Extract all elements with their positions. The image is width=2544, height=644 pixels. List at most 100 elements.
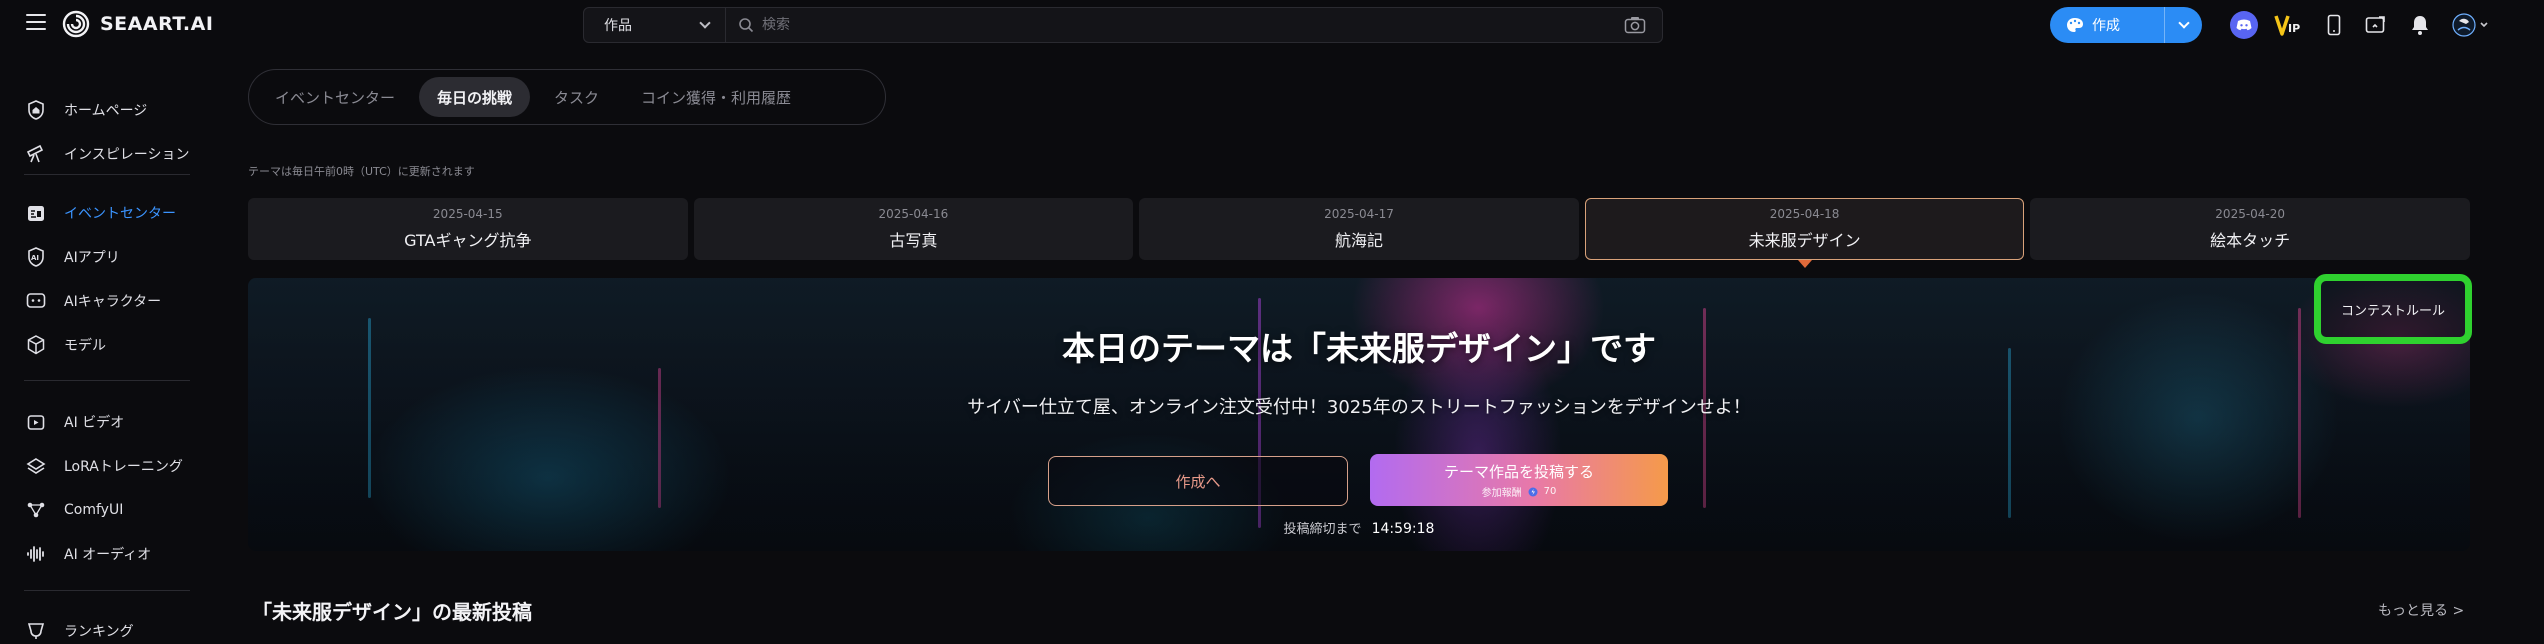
day-card[interactable]: 2025-04-15 GTAギャング抗争	[248, 198, 688, 260]
sidebar-item-label: ホームページ	[64, 103, 148, 119]
telescope-icon	[26, 144, 46, 164]
deadline-time: 14:59:18	[1371, 521, 1435, 537]
sidebar-item-label: イベントセンター	[64, 206, 176, 222]
audio-wave-icon	[26, 544, 46, 564]
svg-text:IP: IP	[2288, 22, 2300, 35]
lora-icon	[26, 456, 46, 476]
create-main-button[interactable]: 作成	[2050, 7, 2164, 43]
sidebar-item-label: AI オーディオ	[64, 547, 152, 563]
discord-icon[interactable]	[2230, 11, 2258, 39]
sidebar-item-comfyui[interactable]: ComfyUI	[0, 492, 200, 528]
search-bar: 作品	[583, 7, 1663, 43]
search-category-label: 作品	[604, 18, 632, 34]
ai-app-icon: AI	[26, 247, 46, 267]
sidebar-item-ai-video[interactable]: AI ビデオ	[0, 404, 200, 440]
search-icon	[739, 18, 754, 33]
day-theme: 絵本タッチ	[2210, 231, 2291, 250]
sidebar-item-ranking[interactable]: ランキング	[0, 613, 200, 644]
update-note: テーマは毎日午前0時（UTC）に更新されます	[248, 165, 475, 178]
notification-bell-icon[interactable]	[2406, 11, 2434, 39]
banner-title: 本日のテーマは「未来服デザイン」です	[1062, 329, 1656, 368]
tab-event-center[interactable]: イベントセンター	[257, 77, 413, 117]
sidebar-item-label: LoRAトレーニング	[64, 459, 183, 475]
banner-subtitle: サイバー仕立て屋、オンライン注文受付中！3025年のストリートファッションをデザ…	[967, 397, 1751, 418]
sidebar-item-label: モデル	[64, 338, 106, 354]
theme-banner: 本日のテーマは「未来服デザイン」です サイバー仕立て屋、オンライン注文受付中！3…	[248, 278, 2470, 551]
user-avatar-menu[interactable]	[2452, 11, 2492, 39]
image-search-camera-icon[interactable]	[1624, 16, 1646, 34]
sidebar-divider	[24, 380, 190, 381]
ai-character-icon	[26, 291, 46, 311]
create-dropdown-button[interactable]	[2164, 7, 2202, 43]
day-card[interactable]: 2025-04-16 古写真	[693, 198, 1134, 260]
day-theme: 未来服デザイン	[1748, 231, 1861, 250]
video-icon	[26, 412, 46, 432]
sidebar-item-ai-audio[interactable]: AI オーディオ	[0, 536, 200, 572]
sidebar-item-label: AIアプリ	[64, 250, 120, 266]
day-date: 2025-04-15	[432, 207, 503, 221]
top-bar: SEAART.AI 作品 作成	[0, 0, 2544, 50]
palette-icon	[2067, 18, 2083, 32]
day-theme: 航海記	[1334, 231, 1383, 250]
logo-swirl-icon	[62, 10, 90, 38]
mobile-app-icon[interactable]	[2320, 11, 2348, 39]
post-button-label: テーマ作品を投稿する	[1443, 463, 1594, 481]
reward-info: 参加報酬 70	[1482, 484, 1557, 499]
sidebar-item-home[interactable]: ホームページ	[0, 92, 200, 128]
post-theme-work-button[interactable]: テーマ作品を投稿する 参加報酬 70	[1370, 454, 1668, 506]
tab-daily-challenge[interactable]: 毎日の挑戦	[419, 77, 531, 117]
deadline-label: 投稿締切まで	[1283, 522, 1362, 537]
home-shield-icon	[26, 100, 46, 120]
sidebar-divider	[24, 590, 190, 591]
sidebar-item-event-center[interactable]: イベントセンター	[0, 195, 200, 231]
contest-rules-button[interactable]: コンテストルール	[2314, 274, 2472, 344]
sidebar-item-ai-app[interactable]: AI AIアプリ	[0, 239, 200, 275]
day-theme: 古写真	[889, 231, 938, 250]
day-theme: GTAギャング抗争	[404, 231, 532, 250]
sidebar-item-lora-training[interactable]: LoRAトレーニング	[0, 448, 200, 484]
sidebar-item-label: ComfyUI	[64, 502, 124, 518]
tab-coin-history[interactable]: コイン獲得・利用履歴	[623, 77, 809, 117]
comfyui-icon	[26, 500, 46, 520]
reward-amount: 70	[1543, 486, 1557, 497]
search-category-select[interactable]: 作品	[584, 8, 726, 42]
logo-text: SEAART.AI	[100, 13, 214, 35]
day-date: 2025-04-20	[2215, 207, 2286, 221]
day-card[interactable]: 2025-04-17 航海記	[1139, 198, 1579, 260]
deadline-countdown: 投稿締切まで 14:59:18	[248, 518, 2470, 537]
sidebar: ホームページ インスピレーション イベントセンター AI AIアプリ AIキャラ…	[0, 50, 210, 644]
vip-icon[interactable]: IP	[2274, 11, 2302, 39]
day-card[interactable]: 2025-04-20 絵本タッチ	[2030, 198, 2470, 260]
cube-icon	[26, 335, 46, 355]
day-date: 2025-04-17	[1324, 207, 1394, 221]
event-tabs: イベントセンター 毎日の挑戦 タスク コイン獲得・利用履歴	[248, 69, 886, 125]
right-margin	[2492, 50, 2544, 644]
sidebar-item-inspiration[interactable]: インスピレーション	[0, 136, 200, 172]
svg-text:AI: AI	[31, 254, 39, 262]
go-create-button[interactable]: 作成へ	[1048, 456, 1348, 506]
logo[interactable]: SEAART.AI	[62, 10, 213, 38]
daily-theme-list: 2025-04-15 GTAギャング抗争 2025-04-16 古写真 2025…	[248, 198, 2470, 268]
sidebar-item-ai-character[interactable]: AIキャラクター	[0, 283, 200, 319]
day-card-active[interactable]: 2025-04-18 未来服デザイン	[1584, 198, 2025, 268]
sidebar-divider	[24, 174, 190, 175]
day-date: 2025-04-16	[878, 207, 949, 221]
upload-icon[interactable]	[2362, 11, 2390, 39]
chevron-down-icon	[699, 17, 711, 29]
create-label: 作成	[2092, 18, 2120, 34]
day-date: 2025-04-18	[1769, 207, 1840, 221]
create-button[interactable]: 作成	[2050, 7, 2202, 43]
sidebar-item-label: ランキング	[64, 624, 134, 640]
coin-icon	[1528, 487, 1538, 496]
sidebar-item-label: AIキャラクター	[64, 294, 162, 310]
avatar-icon	[2452, 13, 2488, 37]
sidebar-item-label: AI ビデオ	[64, 415, 125, 431]
menu-icon[interactable]	[26, 14, 46, 32]
chevron-down-icon	[2177, 17, 2190, 29]
see-more-link[interactable]: もっと見る >	[2378, 600, 2464, 620]
sidebar-item-label: インスピレーション	[64, 147, 190, 163]
event-center-icon	[26, 203, 46, 223]
search-input[interactable]	[754, 8, 1624, 42]
sidebar-item-model[interactable]: モデル	[0, 327, 200, 363]
tab-tasks[interactable]: タスク	[536, 77, 617, 117]
